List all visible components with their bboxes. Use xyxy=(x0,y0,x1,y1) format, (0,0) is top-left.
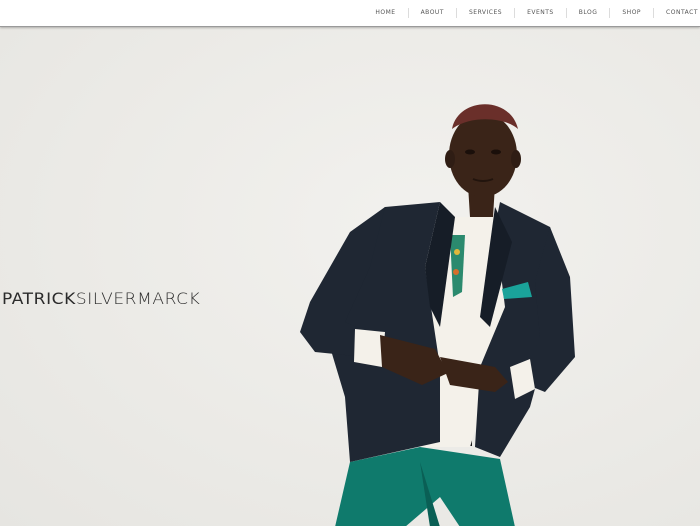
nav-item-about[interactable]: ABOUT xyxy=(407,8,456,18)
hero-portrait-image xyxy=(300,104,575,526)
nav-item-shop[interactable]: SHOP xyxy=(609,8,653,18)
top-navigation-bar: HOME ABOUT SERVICES EVENTS BLOG SHOP CON… xyxy=(0,0,700,27)
nav-item-contact[interactable]: CONTACT xyxy=(653,8,700,18)
nav-item-blog[interactable]: BLOG xyxy=(565,8,610,18)
brand-logo[interactable]: PATRICKSILVERMARCK xyxy=(2,290,200,309)
nav-item-events[interactable]: EVENTS xyxy=(514,8,566,18)
hero-section: PATRICKSILVERMARCK xyxy=(0,27,700,526)
brand-last-name: SILVERMARCK xyxy=(75,289,201,309)
nav-item-services[interactable]: SERVICES xyxy=(455,8,514,18)
nav-item-home[interactable]: HOME xyxy=(363,8,407,18)
main-nav: HOME ABOUT SERVICES EVENTS BLOG SHOP CON… xyxy=(363,0,700,26)
brand-first-name: PATRICK xyxy=(2,289,76,309)
